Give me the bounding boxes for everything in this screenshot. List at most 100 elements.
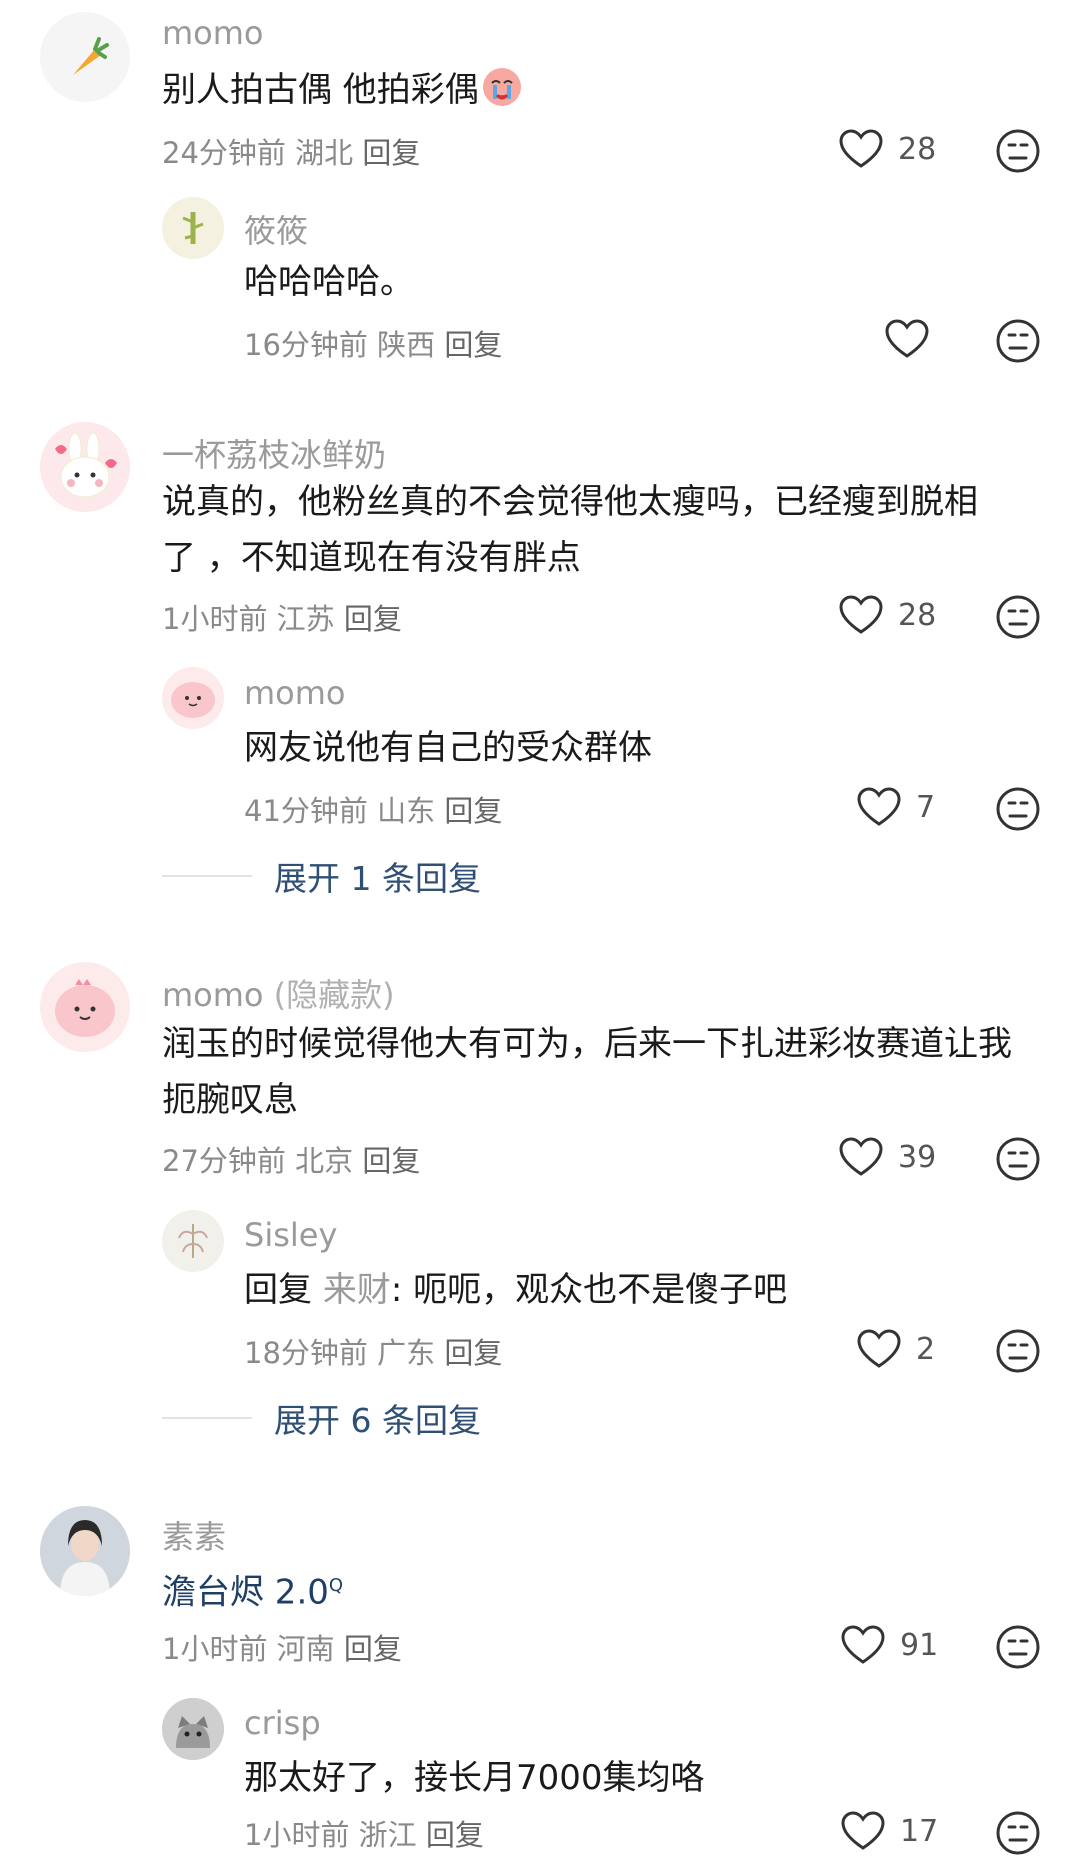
search-link-icon[interactable]: Q [329,1575,343,1596]
location: 湖北 [295,136,354,170]
username[interactable]: momo [162,14,264,52]
reply-button[interactable]: 回复 [344,1632,402,1666]
comment-meta: 18分钟前 广东 回复 [244,1330,502,1372]
expand-label: 展开 1 条回复 [274,859,481,898]
comment-body: 别人拍古偶 他拍彩偶 [162,70,479,110]
heart-icon [839,1137,883,1176]
like-count: 17 [900,1813,939,1849]
carrot-icon [73,37,109,75]
dislike-face-icon[interactable] [995,1136,1041,1182]
cat-icon [162,1698,224,1760]
like-button[interactable]: 28 [838,594,936,636]
location: 陕西 [377,328,436,362]
username[interactable]: 筱筱 [244,206,308,252]
avatar[interactable] [40,12,130,102]
comment-body[interactable]: 澹台烬 2.0 [162,1572,329,1612]
timestamp: 24分钟前 [162,136,286,170]
timestamp: 27分钟前 [162,1144,286,1178]
dislike-face-icon[interactable] [995,1810,1041,1856]
pink-blob-icon [55,979,115,1037]
heart-icon [841,1811,885,1850]
dislike-face-icon[interactable] [995,1624,1041,1670]
comment-text: 润玉的时候觉得他大有可为，后来一下扎进彩妆赛道让我 扼腕叹息 [162,1016,1012,1128]
like-button[interactable]: 39 [838,1136,936,1178]
username[interactable]: 素素 [162,1512,226,1558]
reply-button[interactable]: 回复 [426,1818,484,1852]
comment-meta: 27分钟前 北京 回复 [162,1138,420,1180]
comment-meta: 16分钟前 陕西 回复 [244,322,502,364]
timestamp: 1小时前 [244,1818,350,1852]
dislike-face-icon[interactable] [995,786,1041,832]
reply-button[interactable]: 回复 [344,602,402,636]
expand-replies-button[interactable]: 展开 6 条回复 [162,1394,481,1442]
comment-text: 哈哈哈哈。 [244,262,414,302]
username[interactable]: momo [244,674,346,712]
location: 北京 [295,1144,354,1178]
heart-icon [857,787,901,826]
comment-line: 说真的，他粉丝真的不会觉得他太瘦吗，已经瘦到脱相 [162,482,978,522]
bunny-icon [55,432,117,498]
bamboo-icon [182,212,204,244]
like-count: 28 [898,597,937,633]
avatar[interactable] [162,1210,224,1272]
comment-text: 回复 来财: 呃呃，观众也不是傻子吧 [244,1262,787,1318]
avatar[interactable] [40,1506,130,1596]
expand-replies-button[interactable]: 展开 1 条回复 [162,852,481,900]
comment-meta: 1小时前 江苏 回复 [162,596,402,638]
comment-body: : 呃呃，观众也不是傻子吧 [390,1270,788,1310]
dislike-face-icon[interactable] [995,1328,1041,1374]
timestamp: 41分钟前 [244,794,368,828]
divider [162,1417,252,1419]
reply-button[interactable]: 回复 [362,1144,420,1178]
username[interactable]: Sisley [244,1216,337,1254]
username[interactable]: 一杯荔枝冰鲜奶 [162,430,386,476]
like-button[interactable]: 28 [838,128,936,170]
like-count: 7 [916,789,936,825]
like-button[interactable] [884,318,930,360]
reply-button[interactable]: 回复 [362,136,420,170]
reply-prefix: 回复 [244,1270,312,1310]
like-count: 2 [916,1331,936,1367]
like-button[interactable]: 91 [840,1624,938,1666]
like-button[interactable]: 17 [840,1810,938,1852]
comment-text: 澹台烬 2.0Q [162,1558,343,1620]
location: 浙江 [358,1818,417,1852]
timestamp: 1小时前 [162,1632,268,1666]
timestamp: 16分钟前 [244,328,368,362]
like-button[interactable]: 2 [856,1328,935,1370]
avatar[interactable] [40,422,130,512]
flower-icon [178,1224,208,1258]
avatar[interactable] [162,1698,224,1760]
location: 河南 [276,1632,335,1666]
reply-button[interactable]: 回复 [444,328,502,362]
dislike-face-icon[interactable] [995,128,1041,174]
crying-face-emoji [482,68,521,106]
avatar[interactable] [162,667,224,729]
reply-target[interactable]: 来财 [323,1270,391,1310]
comment-text: 别人拍古偶 他拍彩偶 [162,62,525,118]
like-count: 39 [898,1139,937,1175]
heart-icon [857,1329,901,1368]
portrait-icon [40,1506,130,1596]
avatar[interactable] [162,197,224,259]
comment-meta: 1小时前 浙江 回复 [244,1812,484,1854]
comment-line: 扼腕叹息 [162,1080,298,1120]
divider [162,875,252,877]
like-count: 91 [900,1627,939,1663]
avatar[interactable] [40,962,130,1052]
pink-blob-icon [171,682,215,718]
dislike-face-icon[interactable] [995,594,1041,640]
expand-label: 展开 6 条回复 [274,1401,481,1440]
username-text: momo [162,976,264,1014]
comment-meta: 24分钟前 湖北 回复 [162,130,420,172]
heart-icon [885,319,929,358]
username[interactable]: crisp [244,1704,321,1742]
like-button[interactable]: 7 [856,786,935,828]
username[interactable]: momo (隐藏款) [162,970,395,1016]
reply-button[interactable]: 回复 [444,1336,502,1370]
comment-text: 说真的，他粉丝真的不会觉得他太瘦吗，已经瘦到脱相 了 ，不知道现在有没有胖点 [162,474,978,586]
dislike-face-icon[interactable] [995,318,1041,364]
comment-text: 那太好了，接长月7000集均咯 [244,1758,705,1798]
reply-button[interactable]: 回复 [444,794,502,828]
location: 广东 [377,1336,436,1370]
